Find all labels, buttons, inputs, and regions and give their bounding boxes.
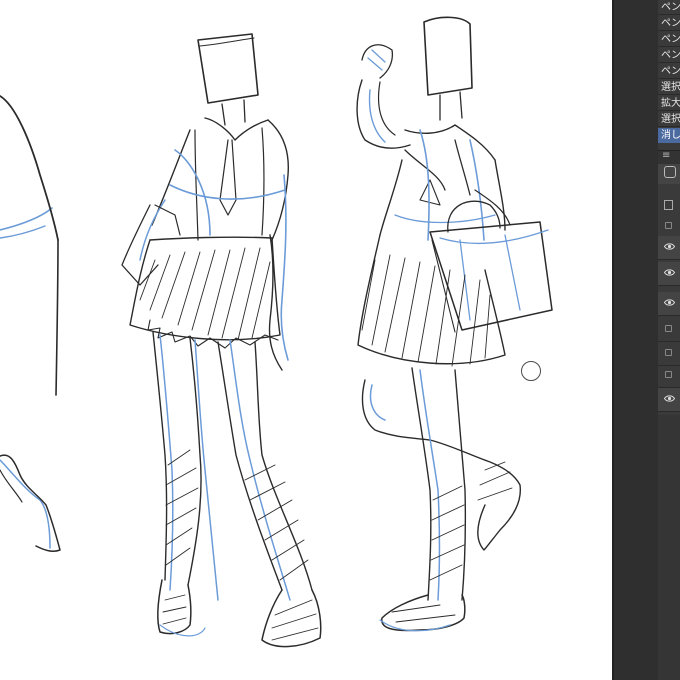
layer-row[interactable] [658, 364, 680, 388]
figure-middle [121, 33, 322, 648]
layer-row[interactable] [658, 342, 680, 366]
eye-icon[interactable] [664, 298, 675, 307]
layer-mode-icon[interactable] [664, 166, 676, 178]
menu-item-pen-4[interactable]: ペン( [658, 48, 680, 63]
layer-row[interactable] [658, 236, 680, 260]
eye-icon[interactable] [664, 394, 675, 403]
eye-icon[interactable] [664, 268, 675, 277]
drawing-canvas[interactable] [0, 0, 612, 680]
figure-right [356, 16, 553, 632]
menu-item-select-1[interactable]: 選択 [658, 80, 680, 95]
menu-item-select-2[interactable]: 選択 [658, 112, 680, 127]
menu-item-pen-2[interactable]: ペン( [658, 16, 680, 31]
figure-left-partial [0, 95, 61, 552]
brush-cursor-icon [521, 361, 541, 381]
layer-row[interactable] [658, 262, 680, 286]
layer-box-icon[interactable] [665, 325, 672, 332]
layer-row[interactable] [658, 388, 680, 412]
eye-icon[interactable] [664, 242, 675, 251]
panel-edge [614, 0, 658, 680]
menu-item-pen-3[interactable]: ペン( [658, 32, 680, 47]
layer-row[interactable] [658, 292, 680, 316]
layer-properties-icon[interactable] [664, 200, 673, 210]
layer-box-icon[interactable] [665, 349, 672, 356]
menu-item-pen-5[interactable]: ペン( [658, 64, 680, 79]
layer-list-empty-area [658, 415, 680, 680]
sketch-artwork [0, 16, 553, 648]
layer-box-icon[interactable] [665, 222, 672, 229]
menu-item-pen-1[interactable]: ペン( [658, 0, 680, 15]
menu-item-zoom[interactable]: 拡大 [658, 96, 680, 111]
menu-icon[interactable]: ≡ [662, 150, 670, 161]
menu-item-eraser[interactable]: 消し [658, 128, 680, 143]
side-panel: ペン( ペン( ペン( ペン( ペン( 選択 拡大 選択 消し ≡ [612, 0, 680, 680]
layer-box-icon[interactable] [665, 371, 672, 378]
layer-row[interactable] [658, 318, 680, 342]
